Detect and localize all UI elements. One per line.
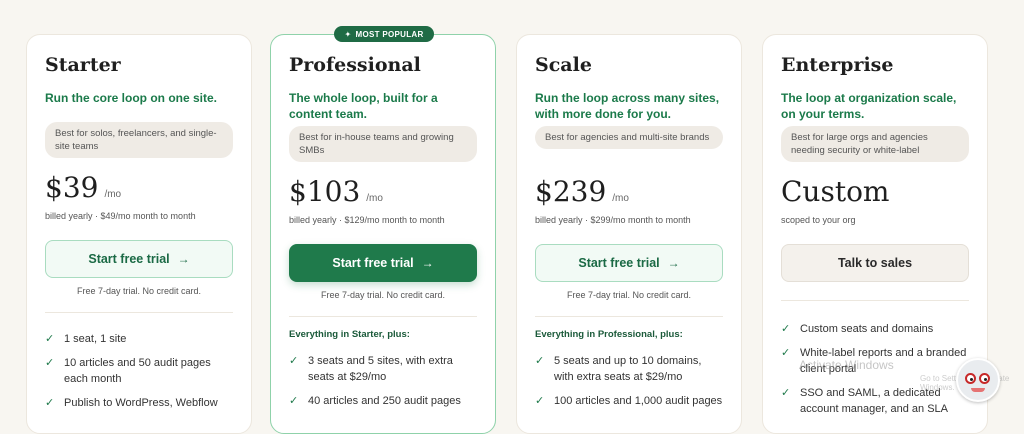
plan-card-scale: Scale Run the loop across many sites, wi… <box>516 34 742 434</box>
activate-windows-watermark: Activate Windows <box>799 358 894 372</box>
cta-label: Start free trial <box>88 252 170 266</box>
check-icon: ✓ <box>45 357 55 369</box>
most-popular-badge: ✦ MOST POPULAR <box>334 26 434 42</box>
billing-note: scoped to your org <box>781 215 856 225</box>
price-period: /mo <box>104 189 122 200</box>
plan-tagline: Run the loop across many sites, with mor… <box>535 91 720 121</box>
feature-list: ✓ 1 seat, 1 site ✓ 10 articles and 50 audi… <box>45 331 233 411</box>
plan-tagline: Run the core loop on one site. <box>45 91 218 105</box>
check-icon: ✓ <box>781 323 791 335</box>
start-free-trial-button[interactable]: Start free trial → <box>535 244 723 282</box>
best-for-pill: Best for in-house teams and growing SMBs <box>289 126 477 162</box>
feature-item: ✓ 40 articles and 250 audit pages <box>289 395 461 407</box>
cta-label: Talk to sales <box>837 256 913 270</box>
check-icon: ✓ <box>781 387 791 399</box>
plan-card-starter: Starter Run the core loop on one site. B… <box>26 34 252 434</box>
sparkle-icon: ✦ <box>344 29 352 39</box>
plan-name: Enterprise <box>781 54 894 76</box>
plan-price: $239 <box>535 175 607 208</box>
divider <box>45 312 233 313</box>
check-icon: ✓ <box>289 355 299 367</box>
feature-item: ✓ 10 articles and 50 audit pages each mon… <box>45 357 211 385</box>
feature-item: ✓ 1 seat, 1 site <box>45 333 127 345</box>
feature-list: ✓ 5 seats and up to 10 domains, with extr… <box>535 353 723 409</box>
check-icon: ✓ <box>781 347 791 359</box>
features-heading: Everything in Starter, plus: <box>289 329 410 340</box>
feature-item: ✓ 3 seats and 5 sites, with extra seats a… <box>289 355 453 383</box>
features-heading: Everything in Professional, plus: <box>535 329 683 340</box>
check-icon: ✓ <box>289 395 299 407</box>
talk-to-sales-button[interactable]: Talk to sales <box>781 244 969 282</box>
trial-note: Free 7-day trial. No credit card. <box>320 290 446 300</box>
start-free-trial-button[interactable]: Start free trial → <box>45 240 233 278</box>
check-icon: ✓ <box>535 355 545 367</box>
feature-list: ✓ 3 seats and 5 sites, with extra seats a… <box>289 353 477 409</box>
plan-tagline: The whole loop, built for a content team… <box>289 91 438 121</box>
billing-note: billed yearly · $299/mo month to month <box>535 215 691 225</box>
best-for-pill: Best for large orgs and agencies needing… <box>781 126 969 162</box>
arrow-right-icon: → <box>667 256 680 270</box>
chat-assistant-avatar[interactable] <box>956 358 1000 402</box>
cta-label: Start free trial <box>578 256 660 270</box>
plan-name: Scale <box>535 54 592 76</box>
divider <box>535 316 723 317</box>
feature-item: ✓ Custom seats and domains <box>781 323 934 335</box>
mouth-icon <box>971 388 985 392</box>
price-period: /mo <box>366 193 383 204</box>
check-icon: ✓ <box>535 395 545 407</box>
start-free-trial-button[interactable]: Start free trial → <box>289 244 477 282</box>
eye-icon <box>979 373 990 384</box>
arrow-right-icon: → <box>421 256 434 270</box>
plan-price: $39 <box>45 171 99 204</box>
billing-note: billed yearly · $49/mo month to month <box>45 211 196 221</box>
plan-price: $103 <box>289 175 361 208</box>
best-for-pill: Best for solos, freelancers, and single-… <box>45 122 233 158</box>
plan-price: Custom <box>781 175 890 208</box>
feature-item: ✓ Publish to WordPress, Webflow <box>45 397 218 409</box>
billing-note: billed yearly · $129/mo month to month <box>289 215 445 225</box>
feature-item: ✓ 5 seats and up to 10 domains, with extr… <box>535 355 702 383</box>
badge-label: MOST POPULAR <box>355 29 424 39</box>
eye-icon <box>965 373 976 384</box>
trial-note: Free 7-day trial. No credit card. <box>566 290 692 300</box>
cta-label: Start free trial <box>332 256 414 270</box>
divider <box>781 300 969 301</box>
plan-card-professional: Professional The whole loop, built for a… <box>270 34 496 434</box>
price-period: /mo <box>612 193 629 204</box>
divider <box>289 316 477 317</box>
check-icon: ✓ <box>45 397 55 409</box>
plan-tagline: The loop at organization scale, on your … <box>781 91 957 121</box>
check-icon: ✓ <box>45 333 55 345</box>
plan-name: Starter <box>45 54 121 76</box>
trial-note: Free 7-day trial. No credit card. <box>76 286 202 296</box>
feature-item: ✓ 100 articles and 1,000 audit pages <box>535 395 723 407</box>
best-for-pill: Best for agencies and multi-site brands <box>535 126 723 149</box>
arrow-right-icon: → <box>177 252 190 266</box>
plan-name: Professional <box>289 54 421 76</box>
